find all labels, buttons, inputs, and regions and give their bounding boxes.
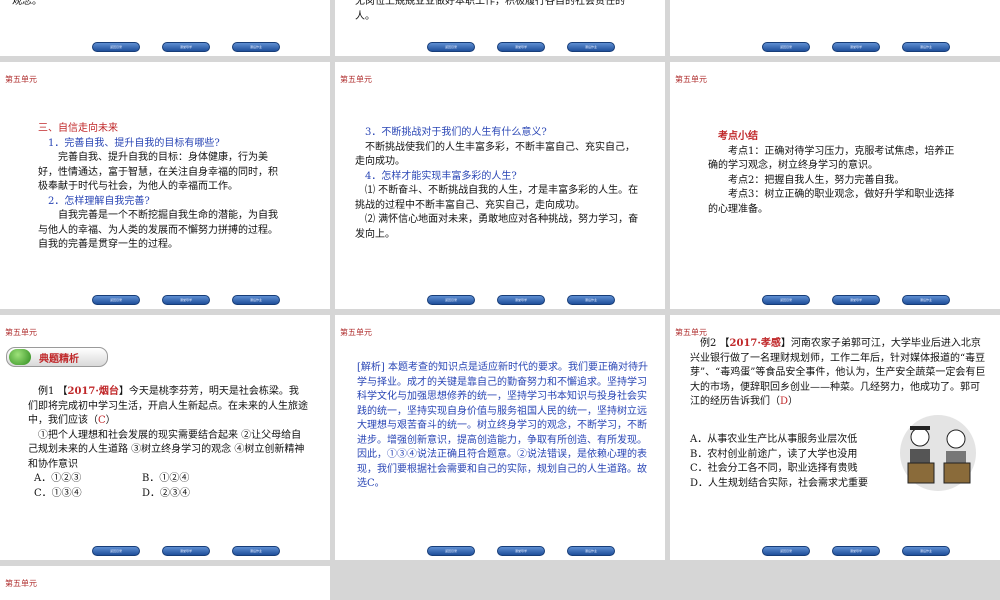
nav-guide-button[interactable]: 课堂导学 [832, 295, 880, 305]
nav-guide-button[interactable]: 课堂导学 [162, 546, 210, 556]
nav-homework-button[interactable]: 课后作业 [232, 295, 280, 305]
slide-5: 第五单元 3．不断挑战对于我们的人生有什么意义? 不断挑战使我们的人生丰富多彩，… [335, 62, 665, 309]
slide-10: 第五单元 [0, 566, 330, 600]
nav-back-button[interactable]: 返回目录 [762, 295, 810, 305]
slide-text: 观念。 [12, 0, 42, 7]
slide-8: 第五单元 [解析] 本题考查的知识点是适应新时代的要求。我们要正确对待升学与择业… [335, 315, 665, 560]
question: 3．不断挑战对于我们的人生有什么意义? [365, 127, 547, 138]
nav-back-button[interactable]: 返回目录 [762, 546, 810, 556]
nav-guide-button[interactable]: 课堂导学 [497, 42, 545, 52]
answer: 完善自我、提升自我的目标：身体健康，行为美好，性情通达，富于智慧，在关注自身幸福… [38, 152, 278, 192]
nav-guide-button[interactable]: 课堂导学 [497, 295, 545, 305]
answer: ⑵ 满怀信心地面对未来，勇敢地应对各种挑战，努力学习，奋发向上。 [355, 214, 639, 240]
unit-label: 第五单元 [5, 579, 37, 588]
answer: 不断挑战使我们的人生丰富多彩，不断丰富自己、充实自己，走向成功。 [355, 141, 635, 168]
unit-label: 第五单元 [340, 75, 372, 84]
option-list: A．从事农业生产比从事服务业层次低 B．农村创业前途广，读了大学也没用 C．社会… [690, 433, 880, 491]
slide-nav: 返回目录 课堂导学 课后作业 [0, 42, 330, 52]
nav-guide-button[interactable]: 课堂导学 [497, 546, 545, 556]
question: 2．怎样理解自我完善? [48, 195, 150, 207]
unit-label: 第五单元 [675, 75, 707, 84]
unit-label: 第五单元 [5, 75, 37, 84]
cartoon-image [900, 415, 976, 491]
slide-9: 第五单元 例2 【2017·孝感】河南农家子弟郭可江，大学毕业后进入北京兴业银行… [670, 315, 1000, 560]
question: 1．完善自我、提升自我的目标有哪些? [48, 137, 220, 149]
nav-back-button[interactable]: 返回目录 [427, 295, 475, 305]
section-heading: 三、自信走向未来 [38, 123, 118, 134]
nav-homework-button[interactable]: 课后作业 [567, 546, 615, 556]
nav-back-button[interactable]: 返回目录 [762, 42, 810, 52]
tag-bullet-icon [9, 349, 31, 365]
nav-guide-button[interactable]: 课堂导学 [832, 546, 880, 556]
slide-nav: 返回目录 课堂导学 课后作业 [0, 546, 330, 556]
slide-content: 例1 【2017·烟台】今天是桃李芬芳，明天是社会栋梁。我们即将完成初中学习生活… [28, 385, 308, 501]
option-row: A．①②③ B．①②④ [34, 473, 190, 484]
nav-homework-button[interactable]: 课后作业 [567, 295, 615, 305]
slide-6: 第五单元 考点小结 考点1：正确对待学习压力，克服考试焦虑，培养正确的学习观念，… [670, 62, 1000, 309]
slide-content: 三、自信走向未来 1．完善自我、提升自我的目标有哪些? 完善自我、提升自我的目标… [38, 122, 283, 253]
answer: 自我完善是一个不断挖掘自我生命的潜能，为自我与他人的幸福、为人类的发展而不懈努力… [38, 210, 278, 250]
example-question: 例1 【2017·烟台】今天是桃李芬芳，明天是社会栋梁。我们即将完成初中学习生活… [28, 386, 308, 426]
nav-homework-button[interactable]: 课后作业 [232, 546, 280, 556]
slide-content: 例2 【2017·孝感】河南农家子弟郭可江，大学毕业后进入北京兴业银行做了一名理… [690, 337, 988, 410]
slide-content: 考点小结 考点1：正确对待学习压力，克服考试焦虑，培养正确的学习观念，树立终身学… [708, 130, 958, 217]
example-question: 例2 【2017·孝感】河南农家子弟郭可江，大学毕业后进入北京兴业银行做了一名理… [690, 338, 986, 407]
nav-homework-button[interactable]: 课后作业 [902, 295, 950, 305]
slide-2: 无岗位上兢兢业业做好本职工作，积极履行各自的社会责任的 人。 返回目录 课堂导学 … [335, 0, 665, 56]
summary-item: 考点2：把握自我人生，努力完善自我。 [728, 174, 905, 186]
summary-item: 考点1：正确对待学习压力，克服考试焦虑，培养正确的学习观念，树立终身学习的意识。 [708, 145, 955, 172]
unit-label: 第五单元 [5, 328, 37, 337]
nav-back-button[interactable]: 返回目录 [92, 546, 140, 556]
summary-item: 考点3：树立正确的职业观念，做好升学和职业选择的心理准备。 [708, 189, 955, 215]
nav-back-button[interactable]: 返回目录 [92, 295, 140, 305]
nav-homework-button[interactable]: 课后作业 [567, 42, 615, 52]
slide-4: 第五单元 三、自信走向未来 1．完善自我、提升自我的目标有哪些? 完善自我、提升… [0, 62, 330, 309]
option: D．人生规划结合实际，社会需求尤重要 [690, 477, 869, 489]
nav-homework-button[interactable]: 课后作业 [902, 546, 950, 556]
slide-nav: 返回目录 课堂导学 课后作业 [335, 546, 665, 556]
answer-mark: D [780, 396, 789, 407]
nav-back-button[interactable]: 返回目录 [427, 546, 475, 556]
slide-nav: 返回目录 课堂导学 课后作业 [335, 42, 665, 52]
slide-nav: 返回目录 课堂导学 课后作业 [0, 295, 330, 305]
slide-7: 第五单元 典题精析 例1 【2017·烟台】今天是桃李芬芳，明天是社会栋梁。我们… [0, 315, 330, 560]
slide-nav: 返回目录 课堂导学 课后作业 [670, 42, 1000, 52]
nav-guide-button[interactable]: 课堂导学 [162, 295, 210, 305]
nav-guide-button[interactable]: 课堂导学 [162, 42, 210, 52]
example-statements: ①把个人理想和社会发展的现实需要结合起来 ②让父母给自己规划未来的人生道路 ③树… [28, 429, 305, 470]
slide-nav: 返回目录 课堂导学 课后作业 [335, 295, 665, 305]
slide-nav: 返回目录 课堂导学 课后作业 [670, 295, 1000, 305]
analysis-text: [解析] 本题考查的知识点是适应新时代的要求。我们要正确对待升学与择业。成才的关… [357, 362, 648, 489]
answer-mark: C [98, 415, 106, 426]
question: 4．怎样才能实现丰富多彩的人生? [365, 170, 517, 182]
slide-text: 无岗位上兢兢业业做好本职工作，积极履行各自的社会责任的 人。 [355, 0, 625, 22]
nav-back-button[interactable]: 返回目录 [427, 42, 475, 52]
option: A．从事农业生产比从事服务业层次低 [690, 434, 858, 445]
option-row: C．①③④ D．②③④ [34, 487, 191, 499]
slide-nav: 返回目录 课堂导学 课后作业 [670, 546, 1000, 556]
option: B．农村创业前途广，读了大学也没用 [690, 448, 858, 460]
nav-guide-button[interactable]: 课堂导学 [832, 42, 880, 52]
summary-title: 考点小结 [718, 131, 758, 142]
nav-homework-button[interactable]: 课后作业 [902, 42, 950, 52]
slide-3: 返回目录 课堂导学 课后作业 [670, 0, 1000, 56]
option: C．社会分工各不同，职业选择有贵贱 [690, 463, 858, 474]
nav-homework-button[interactable]: 课后作业 [232, 42, 280, 52]
example-tag: 典题精析 [6, 347, 108, 367]
unit-label: 第五单元 [340, 328, 372, 337]
answer: ⑴ 不断奋斗、不断挑战自我的人生，才是丰富多彩的人生。在挑战的过程中不断丰富自己… [355, 185, 639, 211]
nav-back-button[interactable]: 返回目录 [92, 42, 140, 52]
slide-content: 3．不断挑战对于我们的人生有什么意义? 不断挑战使我们的人生丰富多彩，不断丰富自… [355, 126, 643, 242]
slide-1: 观念。 返回目录 课堂导学 课后作业 [0, 0, 330, 56]
